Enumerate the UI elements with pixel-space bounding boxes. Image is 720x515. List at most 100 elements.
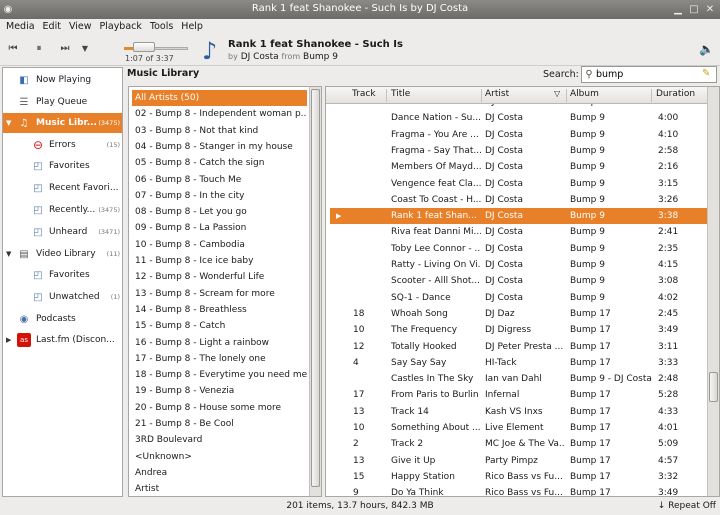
artist-list-item[interactable]: 20 - Bump 8 - House some more [132, 400, 307, 416]
menu-edit[interactable]: Edit [39, 21, 65, 32]
artist-list-item[interactable]: 02 - Bump 8 - Independent woman p... [132, 106, 307, 122]
sort-descending-icon[interactable]: ▽ [554, 89, 560, 98]
artist-list-item[interactable]: 11 - Bump 8 - Ice ice baby [132, 253, 307, 269]
artist-list-item[interactable]: 05 - Bump 8 - Catch the sign [132, 155, 307, 171]
artist-list-item[interactable]: 13 - Bump 8 - Scream for more [132, 286, 307, 302]
table-row[interactable]: Fragma - You Are ... DJ Costa Bump 9 4:10 [330, 127, 707, 143]
track-scrollbar[interactable] [707, 87, 719, 496]
sidebar-item-video-favorites[interactable]: ◰ Favorites [3, 265, 122, 285]
table-row[interactable]: Toby Lee Connor - ... DJ Costa Bump 9 2:35 [330, 241, 707, 257]
artist-list-item[interactable]: 16 - Bump 8 - Light a rainbow [132, 335, 307, 351]
column-header-artist[interactable]: Artist [485, 89, 509, 99]
close-icon[interactable]: ✕ [702, 0, 718, 19]
menu-media[interactable]: Media [2, 21, 39, 32]
table-row[interactable]: Riva feat Danni Mi... DJ Costa Bump 9 2:41 [330, 224, 707, 240]
artist-list-item[interactable]: 04 - Bump 8 - Stanger in my house [132, 139, 307, 155]
seek-slider[interactable] [124, 40, 188, 54]
column-header-title[interactable]: Title [391, 89, 410, 99]
artist-list-item[interactable]: 07 - Bump 8 - In the city [132, 188, 307, 204]
table-row[interactable]: Vengence feat Cla... DJ Costa Bump 9 3:15 [330, 176, 707, 192]
sidebar-item-recently-added[interactable]: ◰ Recently... (3475) [3, 200, 122, 220]
table-row[interactable]: Members Of Mayd... DJ Costa Bump 9 2:16 [330, 159, 707, 175]
table-row[interactable]: Castles In The Sky Ian van Dahl Bump 9 - D… [330, 371, 707, 387]
table-row[interactable]: 18 Whoah Song DJ Daz Bump 17 2:45 [330, 306, 707, 322]
sidebar-item-video-library[interactable]: ▼ ▤ Video Library (11) [3, 244, 122, 264]
artist-list-item[interactable]: 15 - Bump 8 - Catch [132, 318, 307, 334]
next-icon[interactable]: ⏭ [56, 40, 74, 56]
sidebar-item-favorites[interactable]: ◰ Favorites [3, 156, 122, 176]
artist-list-item[interactable]: 10 - Bump 8 - Cambodia [132, 237, 307, 253]
artist-list-item[interactable]: Artist [132, 481, 307, 496]
artist-list-item[interactable]: 06 - Bump 8 - Touch Me [132, 172, 307, 188]
expand-right-icon[interactable]: ▶ [6, 336, 11, 344]
table-row[interactable]: 10 The Frequency DJ Digress Bump 17 3:49 [330, 322, 707, 338]
column-divider[interactable] [386, 89, 387, 102]
sidebar-item-music-library[interactable]: ▼ ♫ Music Libr... (3475) [3, 113, 122, 133]
artist-list-item[interactable]: 14 - Bump 8 - Breathless [132, 302, 307, 318]
menu-playback[interactable]: Playback [96, 21, 146, 32]
table-row[interactable]: 9 Do Ya Think Rico Bass vs Fu... Bump 17 3:4… [330, 485, 707, 496]
table-row[interactable]: Coast To Coast - H... DJ Costa Bump 9 3:26 [330, 192, 707, 208]
expand-down-icon[interactable]: ▼ [6, 250, 11, 258]
clear-search-icon[interactable]: ✎ [702, 68, 714, 80]
table-row[interactable]: Fragma - Say That... DJ Costa Bump 9 2:58 [330, 143, 707, 159]
table-row[interactable]: Mc Mario - Move It DJ Costa Bump 9 4:26 [330, 104, 707, 110]
artist-list-item[interactable]: 09 - Bump 8 - La Passion [132, 220, 307, 236]
artist-list-item[interactable]: 12 - Bump 8 - Wonderful Life [132, 269, 307, 285]
column-header-track[interactable]: Track [352, 89, 376, 99]
table-row[interactable]: 4 Say Say Say HI-Tack Bump 17 3:33 [330, 355, 707, 371]
table-row[interactable]: SQ-1 - Dance DJ Costa Bump 9 4:02 [330, 290, 707, 306]
artist-scroll-thumb[interactable] [311, 89, 320, 487]
table-row[interactable]: Scooter - Alll Shot... DJ Costa Bump 9 3:08 [330, 273, 707, 289]
expand-down-icon[interactable]: ▼ [6, 119, 11, 127]
seek-handle[interactable] [132, 42, 155, 52]
sidebar-item-recent-favorites[interactable]: ◰ Recent Favori... [3, 178, 122, 198]
menu-tools[interactable]: Tools [146, 21, 177, 32]
maximize-icon[interactable]: □ [686, 0, 702, 19]
table-row[interactable]: 13 Give it Up Party Pimpz Bump 17 4:57 [330, 453, 707, 469]
table-row[interactable]: Dance Nation - Su... DJ Costa Bump 9 4:00 [330, 110, 707, 126]
previous-icon[interactable]: ⏮ [4, 40, 22, 56]
table-row[interactable]: 13 Track 14 Kash VS Inxs Bump 17 4:33 [330, 404, 707, 420]
artist-list-item[interactable]: 03 - Bump 8 - Not that kind [132, 123, 307, 139]
minimize-icon[interactable]: ▁ [670, 0, 686, 19]
artist-list-item[interactable]: 17 - Bump 8 - The lonely one [132, 351, 307, 367]
search-input[interactable] [596, 69, 696, 80]
menu-help[interactable]: Help [177, 21, 207, 32]
search-icon[interactable]: ⚲ [582, 69, 596, 80]
column-header-album[interactable]: Album [570, 89, 599, 99]
table-row[interactable]: ▶ Rank 1 feat Shan... DJ Costa Bump 9 3:38 [330, 208, 707, 225]
search-field[interactable]: ⚲ ✎ [581, 66, 717, 83]
column-divider[interactable] [481, 89, 482, 102]
artist-list-item[interactable]: <Unknown> [132, 449, 307, 465]
sidebar-item-play-queue[interactable]: ☰ Play Queue [3, 92, 122, 112]
sidebar-item-now-playing[interactable]: ◧ Now Playing [3, 70, 122, 90]
artist-list-item[interactable]: 21 - Bump 8 - Be Cool [132, 416, 307, 432]
pause-icon[interactable]: ⏸ [30, 40, 48, 56]
table-row[interactable]: 12 Totally Hooked DJ Peter Presta ... Bump … [330, 339, 707, 355]
next-dropdown-icon[interactable]: ▼ [76, 40, 94, 56]
sidebar-item-podcasts[interactable]: ◉ Podcasts [3, 309, 122, 329]
column-header-duration[interactable]: Duration [656, 89, 695, 99]
table-row[interactable]: 15 Happy Station Rico Bass vs Fu... Bump 17… [330, 469, 707, 485]
column-divider[interactable] [651, 89, 652, 102]
artist-list-item[interactable]: 18 - Bump 8 - Everytime you need me [132, 367, 307, 383]
menu-view[interactable]: View [65, 21, 96, 32]
table-row[interactable]: 10 Something About ... Live Element Bump 17… [330, 420, 707, 436]
volume-icon[interactable]: 🔈 [699, 42, 714, 56]
artist-scrollbar[interactable] [309, 87, 321, 496]
sidebar-item-errors[interactable]: ⊖ Errors (15) [3, 135, 122, 155]
artist-list-item[interactable]: 3RD Boulevard [132, 432, 307, 448]
column-divider[interactable] [566, 89, 567, 102]
artist-list-item[interactable]: 19 - Bump 8 - Venezia [132, 383, 307, 399]
table-row[interactable]: 2 Track 2 MC Joe & The Va... Bump 17 5:09 [330, 436, 707, 452]
table-row[interactable]: 17 From Paris to Burlin Infernal Bump 17 5:2… [330, 387, 707, 403]
repeat-toggle[interactable]: ↓ Repeat Off [658, 501, 716, 511]
artist-list-item[interactable]: All Artists (50) [132, 90, 307, 106]
artist-list-item[interactable]: Andrea [132, 465, 307, 481]
artist-list-item[interactable]: 08 - Bump 8 - Let you go [132, 204, 307, 220]
sidebar-item-lastfm[interactable]: ▶ as Last.fm (Discon... [3, 330, 122, 350]
table-row[interactable]: Ratty - Living On Vi... DJ Costa Bump 9 4:1… [330, 257, 707, 273]
sidebar-item-unheard[interactable]: ◰ Unheard (3471) [3, 222, 122, 242]
sidebar-item-unwatched[interactable]: ◰ Unwatched (1) [3, 287, 122, 307]
